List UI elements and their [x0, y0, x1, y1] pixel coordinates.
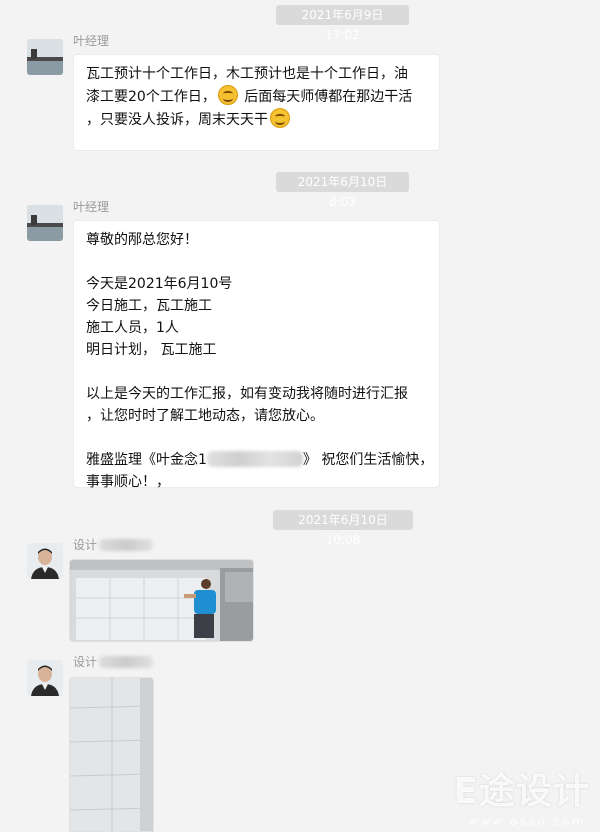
sender-name: 叶经理 [73, 34, 110, 48]
sender-name: 设计 [73, 537, 154, 553]
message-line: 今天是2021年6月10号 [86, 276, 233, 292]
avatar[interactable] [27, 39, 63, 75]
message-line: 以上是今天的工作汇报，如有变动我将随时进行汇报 [86, 386, 408, 402]
message-line: 明日计划， 瓦工施工 [86, 342, 217, 358]
message-line: ，让您时时了解工地动态，请您放心。 [86, 408, 324, 424]
message-line: 》 祝您们生活愉快， [302, 452, 434, 468]
message-line: 漆工要20个工作日， [86, 89, 216, 105]
message-bubble[interactable]: 瓦工预计十个工作日，木工预计也是十个工作日，油 漆工要20个工作日， 后面每天师… [73, 54, 440, 151]
message-line: 事事顺心！， [86, 474, 170, 490]
timestamp: 2021年6月9日 17:02 [276, 5, 409, 42]
redacted-text [206, 451, 303, 467]
message-line [86, 251, 427, 273]
watermark-logo: E途设计 [453, 771, 590, 812]
message-line: 瓦工预计十个工作日，木工预计也是十个工作日，油 [86, 66, 408, 82]
avatar[interactable] [27, 205, 63, 241]
smile-emoji-icon [217, 85, 238, 105]
message-line [86, 361, 427, 383]
message-line: 尊敬的邴总您好！ [86, 232, 198, 248]
message-line: 今日施工，瓦工施工 [86, 298, 212, 314]
message-line: 雅盛监理《叶金念1 [86, 452, 207, 468]
sender-name: 设计 [73, 654, 154, 670]
avatar[interactable] [27, 660, 63, 696]
construction-photo[interactable] [69, 559, 254, 642]
message-line: ，只要没人投诉，周末天天干 [86, 112, 268, 128]
sender-name: 叶经理 [73, 200, 110, 214]
construction-photo[interactable] [69, 677, 154, 832]
message-line: 后面每天师傅都在那边干活 [239, 89, 413, 105]
smile-emoji-icon [270, 108, 290, 128]
message-line: 施工人员，1人 [86, 320, 179, 336]
message-line [86, 427, 427, 449]
message-bubble[interactable]: 尊敬的邴总您好！ 今天是2021年6月10号 今日施工，瓦工施工 施工人员，1人… [73, 220, 440, 490]
watermark-url: www.osso.com [468, 815, 586, 828]
timestamp: 2021年6月10日 8:03 [276, 172, 409, 209]
timestamp: 2021年6月10日 10:08 [273, 510, 413, 547]
redacted-text [99, 539, 154, 551]
avatar[interactable] [27, 543, 63, 579]
redacted-text [99, 656, 154, 668]
